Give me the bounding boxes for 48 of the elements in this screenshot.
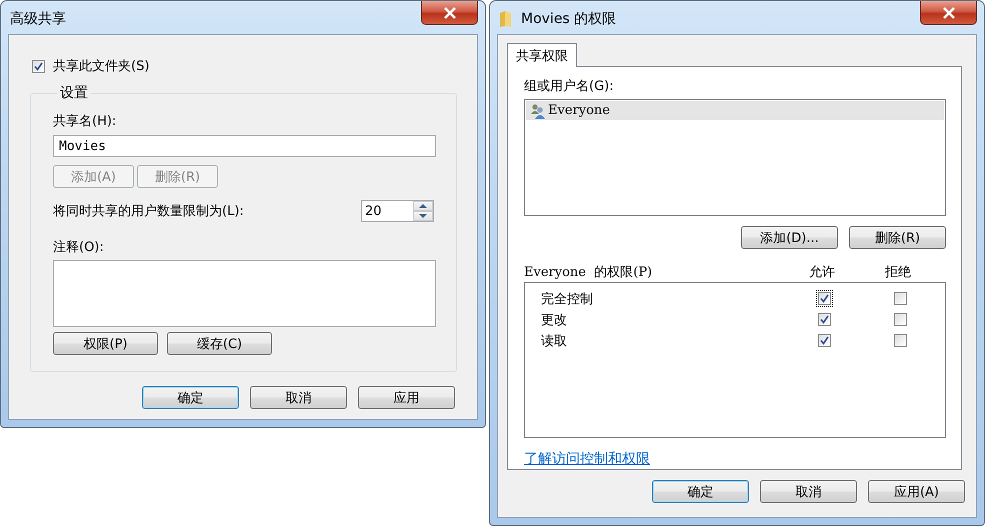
dialog-button[interactable]: 确定 [652,480,749,503]
close-button[interactable] [920,1,977,25]
field-label: 共享名(H): [53,113,118,130]
check-mark-icon [820,294,828,303]
remove-button[interactable]: 删除(R) [849,226,946,249]
share-name-field[interactable]: Movies [53,135,436,157]
window-title: 高级共享 [10,10,66,28]
checkbox[interactable] [816,311,832,328]
permission-name: 读取 [540,332,567,350]
permission-name: 更改 [540,312,567,328]
field-label: 将同时共享的用户数量限制为(L): [53,203,244,220]
checkbox[interactable] [892,311,908,328]
check-mark-icon [34,62,43,70]
tab[interactable]: 共享权限 [507,43,577,67]
window-title: Movies 的权限 [521,10,616,28]
number-spinner[interactable]: 20 [361,200,434,222]
list-item[interactable]: Everyone [526,101,944,120]
checkbox[interactable] [816,290,832,307]
check-mark-icon [820,336,828,345]
column-label: 拒绝 [885,264,911,281]
check-mark-icon [820,315,828,324]
spin-down-icon[interactable] [413,211,433,221]
checkbox[interactable] [30,58,47,74]
group-title: 设置 [59,84,89,102]
checkbox-label: 共享此文件夹(S) [53,58,150,75]
spin-up-icon[interactable] [413,201,433,211]
close-icon [942,6,956,18]
permission-name: 完全控制 [540,290,593,308]
dialog-button[interactable]: 取消 [760,480,857,503]
users-icon [530,102,546,118]
field-label: 注释(O): [53,239,105,256]
dialog-button[interactable]: 确定 [142,386,239,409]
comment-field[interactable] [53,260,436,327]
action-button[interactable]: 权限(P) [53,332,158,355]
checkbox[interactable] [816,332,832,349]
field-label: 组或用户名(G): [524,78,615,95]
dialog-button[interactable]: 取消 [250,386,347,409]
column-label: 允许 [809,264,835,281]
close-icon [442,6,456,18]
close-button[interactable] [421,1,478,25]
help-link[interactable]: 了解访问控制和权限 [524,450,650,468]
add-button[interactable]: 添加(D)... [741,226,838,249]
column-label: Everyone 的权限(P) [524,264,652,281]
dialog-button[interactable]: 应用 [358,386,455,409]
checkbox[interactable] [892,332,908,349]
checkbox[interactable] [892,290,908,307]
action-button[interactable]: 缓存(C) [167,332,272,355]
dialog-button[interactable]: 应用(A) [868,480,965,503]
